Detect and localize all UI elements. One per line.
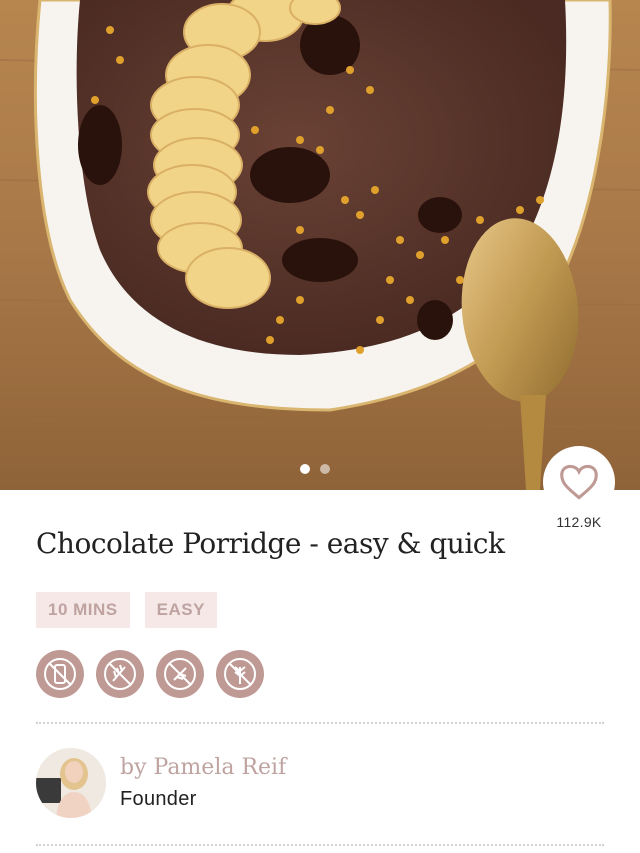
carousel-dot-1[interactable] xyxy=(300,464,310,474)
tag-time: 10 MINS xyxy=(36,592,130,628)
like-button[interactable] xyxy=(543,446,615,518)
like-count: 112.9K xyxy=(556,514,602,530)
author-text: by Pamela Reif Founder xyxy=(120,755,286,811)
section-divider xyxy=(36,722,604,724)
recipe-hero-image[interactable] xyxy=(0,0,640,490)
porridge-photo xyxy=(0,0,640,490)
author-name[interactable]: by Pamela Reif xyxy=(120,755,286,780)
wheat-free-icon[interactable] xyxy=(216,650,264,698)
avatar[interactable] xyxy=(36,748,106,818)
lactose-free-icon[interactable] xyxy=(36,650,84,698)
gluten-free-icon-2[interactable] xyxy=(156,650,204,698)
carousel-dot-2[interactable] xyxy=(320,464,330,474)
tag-difficulty: EASY xyxy=(144,592,217,628)
diet-icons xyxy=(36,650,264,698)
carousel-indicator xyxy=(300,464,330,474)
author-role: Founder xyxy=(120,788,197,810)
section-divider-bottom xyxy=(36,844,604,846)
heart-outline-icon xyxy=(560,464,598,500)
gluten-free-icon[interactable] xyxy=(96,650,144,698)
recipe-title: Chocolate Porridge - easy & quick xyxy=(36,527,505,560)
like-control: 112.9K xyxy=(542,446,616,530)
author-row[interactable]: by Pamela Reif Founder xyxy=(36,748,286,818)
recipe-tags: 10 MINS EASY xyxy=(36,592,217,628)
